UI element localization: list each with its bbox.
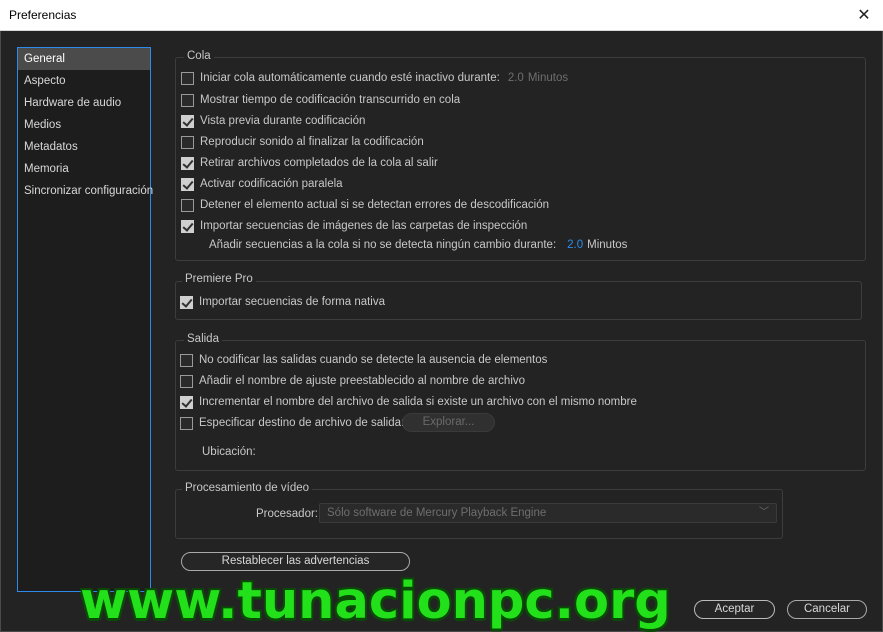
checkbox[interactable] [181,156,194,170]
sidebar-item-medios[interactable]: Medios [18,114,150,136]
checkbox[interactable] [180,395,193,409]
sidebar-item-general[interactable]: General [18,48,150,70]
salida-option-preset-name[interactable]: Añadir el nombre de ajuste preestablecid… [180,372,525,390]
cola-option-preview[interactable]: Vista previa durante codificación [181,112,365,130]
window-title: Preferencias [9,8,77,22]
cola-option-parallel[interactable]: Activar codificación paralela [181,175,343,193]
option-label: Especificar destino de archivo de salida… [199,417,405,429]
checkbox[interactable] [181,198,194,212]
premiere-option-native[interactable]: Importar secuencias de forma nativa [180,293,385,311]
cola-sub-option: Añadir secuencias a la cola si no se det… [209,236,627,254]
cola-option-stop-on-errors[interactable]: Detener el elemento actual si se detecta… [181,196,549,214]
checkbox[interactable] [180,295,193,309]
sub-minutes-unit: Minutos [587,239,628,251]
preferences-sidebar: General Aspecto Hardware de audio Medios… [17,47,153,592]
accept-button[interactable]: Aceptar [694,600,775,619]
option-label: Reproducir sonido al finalizar la codifi… [200,136,424,148]
location-label: Ubicación: [202,446,256,458]
sub-minutes-value[interactable]: 2.0 [567,239,583,251]
salida-legend: Salida [184,333,222,345]
checkbox[interactable] [181,177,194,191]
salida-option-skip-missing[interactable]: No codificar las salidas cuando se detec… [180,351,547,369]
option-label: Añadir el nombre de ajuste preestablecid… [199,375,526,387]
sidebar-item-metadatos[interactable]: Metadatos [18,136,150,158]
checkbox[interactable] [181,114,194,128]
checkbox[interactable] [180,353,193,367]
cola-option-autostart[interactable]: Iniciar cola automáticamente cuando esté… [181,69,568,87]
option-label: Activar codificación paralela [200,178,343,190]
option-label: Iniciar cola automáticamente cuando esté… [200,72,500,84]
reset-warnings-button[interactable]: Restablecer las advertencias [181,552,410,571]
option-label: Vista previa durante codificación [200,115,366,127]
option-label: Retirar archivos completados de la cola … [200,157,438,169]
checkbox[interactable] [181,93,194,107]
cola-legend: Cola [184,50,214,62]
option-label: Importar secuencias de imágenes de las c… [200,220,528,232]
processor-row: Procesador: [256,505,318,523]
checkbox[interactable] [180,416,193,430]
close-icon[interactable]: ✕ [853,4,875,26]
autostart-minutes-unit: Minutos [527,72,569,84]
sidebar-item-aspecto[interactable]: Aspecto [18,70,150,92]
browse-button[interactable]: Explorar... [402,413,495,432]
processor-select[interactable]: Sólo software de Mercury Playback Engine… [319,503,777,523]
salida-option-increment[interactable]: Incrementar el nombre del archivo de sal… [180,393,637,411]
option-label: Importar secuencias de forma nativa [199,296,386,308]
checkbox[interactable] [181,135,194,149]
autostart-minutes-value[interactable]: 2.0 [508,72,524,84]
cancel-button[interactable]: Cancelar [787,600,867,619]
cola-option-show-time[interactable]: Mostrar tiempo de codificación transcurr… [181,91,460,109]
salida-option-destination[interactable]: Especificar destino de archivo de salida… [180,414,404,432]
sidebar-item-memoria[interactable]: Memoria [18,158,150,180]
premiere-legend: Premiere Pro [182,273,256,285]
checkbox[interactable] [181,71,194,85]
chevron-down-icon: ﹀ [759,507,769,518]
sub-option-label: Añadir secuencias a la cola si no se det… [209,239,557,251]
sidebar-item-hardware-audio[interactable]: Hardware de audio [18,92,150,114]
checkbox[interactable] [181,219,194,233]
option-label: Mostrar tiempo de codificación transcurr… [200,94,461,106]
cola-option-remove-completed[interactable]: Retirar archivos completados de la cola … [181,154,438,172]
processor-value: Sólo software de Mercury Playback Engine [327,507,547,519]
processor-label: Procesador: [256,508,319,520]
cola-option-import-sequences[interactable]: Importar secuencias de imágenes de las c… [181,217,527,235]
location-row: Ubicación: [202,443,256,461]
option-label: Detener el elemento actual si se detecta… [200,199,550,211]
title-bar: Preferencias ✕ [0,0,883,31]
option-label: Incrementar el nombre del archivo de sal… [199,396,637,408]
cola-option-sound[interactable]: Reproducir sonido al finalizar la codifi… [181,133,424,151]
dialog-body: General Aspecto Hardware de audio Medios… [1,31,882,631]
option-label: No codificar las salidas cuando se detec… [199,354,548,366]
sidebar-item-sincronizar[interactable]: Sincronizar configuración [18,180,153,202]
checkbox[interactable] [180,374,193,388]
watermark-text: www.tunacionpc.org [80,572,671,631]
video-legend: Procesamiento de vídeo [182,482,313,494]
